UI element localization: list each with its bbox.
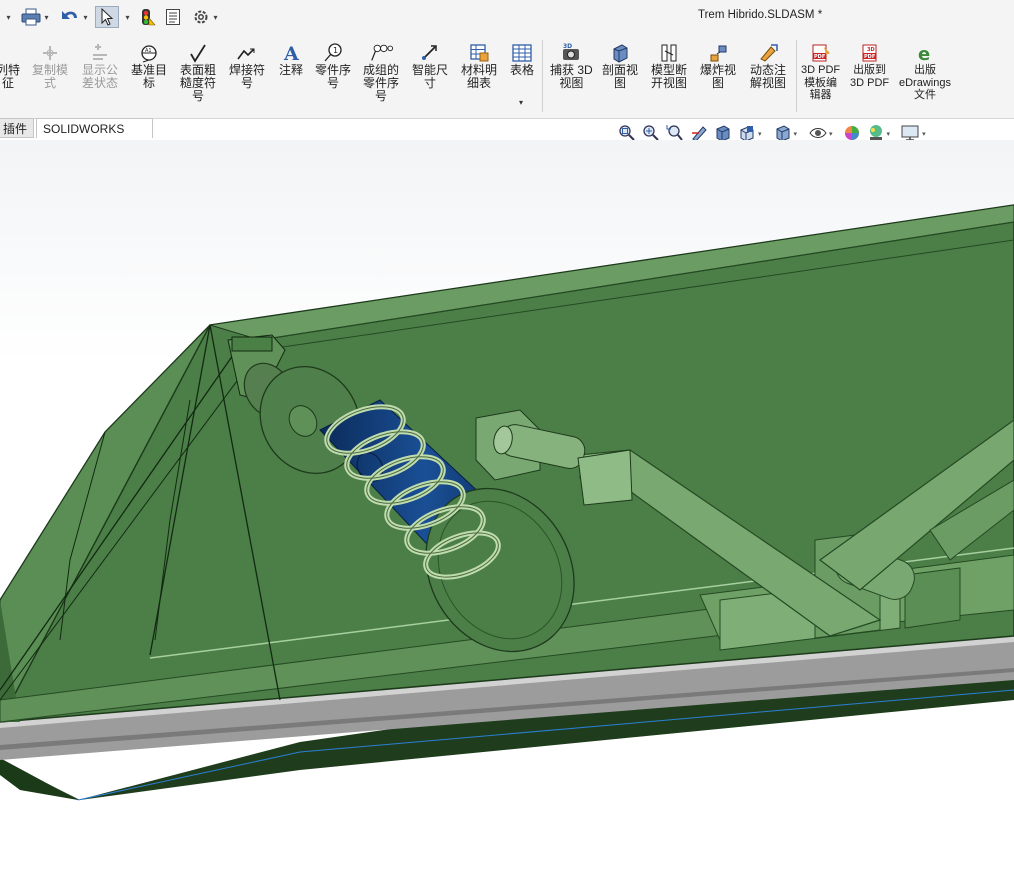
datum-target-button[interactable]: A1 基准目 标 — [131, 42, 167, 90]
ribbon-label: 基准目 标 — [131, 63, 168, 90]
ribbon-label: 列特 征 — [0, 63, 21, 90]
tolerance-status-icon — [88, 42, 112, 64]
svg-text:A1: A1 — [145, 48, 152, 54]
svg-text:A: A — [283, 43, 299, 63]
stacked-balloon-button[interactable]: 成组的 零件序 号 — [363, 42, 399, 103]
section-view-icon — [608, 42, 632, 64]
svg-text:3D: 3D — [563, 43, 572, 50]
graphics-viewport[interactable] — [0, 140, 1014, 889]
exploded-view-icon — [706, 42, 730, 64]
ribbon-label: 材料明 细表 — [461, 63, 498, 90]
dynamic-annotation-view-icon — [756, 42, 780, 64]
dynamic-annotation-view-button[interactable]: 动态注 解视图 — [750, 42, 786, 90]
ribbon-label: 成组的 零件序 号 — [363, 63, 400, 103]
table-dropdown[interactable]: ▾ — [519, 98, 523, 107]
print-icon — [21, 8, 41, 26]
tab-add-ins[interactable]: 插件 — [0, 118, 34, 138]
svg-text:3D: 3D — [867, 47, 875, 53]
quick-access-menu-dropdown[interactable]: ▾ — [0, 6, 14, 28]
copy-mode-button[interactable]: 复制模 式 — [32, 42, 68, 90]
bill-of-materials-button[interactable]: 材料明 细表 — [461, 42, 497, 90]
ribbon-label: 表格 — [510, 63, 535, 77]
3d-pdf-template-icon: PDF — [809, 42, 833, 64]
command-manager-ribbon: 列特 征 复制模 式 显示公 差状态 A1 基准目 标 表面粗 糙度符 号 焊接… — [0, 34, 1014, 119]
ribbon-label: 剖面视 图 — [602, 63, 639, 90]
document-title: Trem Hibrido.SLDASM * — [698, 9, 823, 21]
svg-text:e: e — [918, 44, 930, 63]
surface-finish-icon — [186, 42, 210, 64]
ribbon-label: 动态注 解视图 — [750, 63, 787, 90]
stacked-balloon-icon — [369, 42, 393, 64]
copy-mode-icon — [38, 42, 62, 64]
publish-3d-pdf-icon: PDF 3D — [858, 42, 882, 64]
table-button[interactable]: 表格 — [510, 42, 534, 77]
model-break-view-icon — [657, 42, 681, 64]
ribbon-label: 出版到 3D PDF — [850, 64, 890, 89]
datum-target-icon: A1 — [137, 42, 161, 64]
3d-pdf-template-editor-button[interactable]: PDF 3D PDF 模板编 辑器 — [801, 42, 840, 102]
select-button[interactable] — [95, 6, 119, 28]
ribbon-label: 复制模 式 — [32, 63, 69, 90]
ribbon-label: 3D PDF 模板编 辑器 — [801, 64, 841, 101]
capture-3d-view-icon: 3D — [559, 42, 583, 64]
title-bar: ▾ ▾ ▾ ▾ ▾ Trem Hibrido.SLDASM * — [0, 0, 1014, 34]
ribbon-separator — [542, 40, 543, 112]
ribbon-label: 智能尺 寸 — [412, 63, 449, 90]
print-button[interactable]: ▾ — [18, 6, 52, 28]
view-settings-dropdown[interactable]: ▾ — [922, 130, 926, 138]
model-break-view-button[interactable]: 模型断 开视图 — [651, 42, 687, 90]
surface-finish-button[interactable]: 表面粗 糙度符 号 — [180, 42, 216, 103]
undo-button[interactable]: ▾ — [56, 6, 92, 28]
options-button[interactable]: ▾ — [188, 6, 222, 28]
ribbon-separator — [796, 40, 797, 112]
svg-text:PDF: PDF — [814, 54, 825, 60]
ribbon-label: 显示公 差状态 — [82, 63, 119, 90]
hide-show-items-dropdown[interactable]: ▾ — [829, 130, 833, 138]
assembly-model[interactable] — [0, 140, 1014, 889]
select-pointer-icon — [101, 8, 114, 26]
balloon-icon: 1 — [321, 42, 345, 64]
rebuild-traffic-light-icon — [142, 9, 156, 26]
exploded-view-button[interactable]: 爆炸视 图 — [700, 42, 736, 90]
table-icon — [510, 42, 534, 64]
weld-symbol-icon — [235, 42, 259, 64]
display-style-dropdown[interactable]: ▾ — [794, 130, 798, 138]
select-dropdown[interactable]: ▾ — [120, 6, 132, 28]
bill-of-materials-icon — [467, 42, 491, 64]
edrawings-icon: e — [913, 42, 937, 64]
svg-text:PDF: PDF — [864, 54, 875, 60]
smart-dimension-icon — [418, 42, 442, 64]
tolerance-status-button[interactable]: 显示公 差状态 — [82, 42, 118, 90]
options-gear-icon — [194, 10, 208, 24]
balloon-button[interactable]: 1 零件序 号 — [315, 42, 351, 90]
tab-solidworks-mbd[interactable]: SOLIDWORKS MBD — [36, 118, 153, 156]
capture-3d-view-button[interactable]: 3D 捕获 3D 视图 — [550, 42, 593, 90]
ribbon-label: 焊接符 号 — [229, 63, 266, 90]
file-properties-icon — [166, 9, 180, 25]
apply-scene-dropdown[interactable]: ▾ — [887, 130, 891, 138]
publish-edrawings-button[interactable]: e 出版 eDrawings 文件 — [899, 42, 951, 102]
note-button[interactable]: A 注释 — [279, 42, 303, 77]
ribbon-label: 注释 — [279, 63, 304, 77]
section-view-button[interactable]: 剖面视 图 — [602, 42, 638, 90]
linear-pattern-icon — [0, 42, 20, 64]
ribbon-label: 表面粗 糙度符 号 — [180, 63, 217, 103]
ribbon-label: 爆炸视 图 — [700, 63, 737, 90]
smart-dimension-button[interactable]: 智能尺 寸 — [412, 42, 448, 90]
weld-symbol-button[interactable]: 焊接符 号 — [229, 42, 265, 90]
file-properties-button[interactable] — [163, 6, 183, 28]
note-icon: A — [279, 42, 303, 64]
view-orientation-dropdown[interactable]: ▾ — [758, 130, 762, 138]
undo-icon — [62, 11, 78, 19]
linear-pattern-button[interactable]: 列特 征 — [0, 42, 20, 90]
publish-to-3d-pdf-button[interactable]: PDF 3D 出版到 3D PDF — [850, 42, 889, 89]
ribbon-label: 模型断 开视图 — [651, 63, 688, 90]
svg-text:1: 1 — [333, 46, 338, 55]
rebuild-button[interactable] — [137, 6, 157, 28]
ribbon-label: 出版 eDrawings 文件 — [899, 64, 951, 101]
ribbon-label: 零件序 号 — [315, 63, 352, 90]
ribbon-label: 捕获 3D 视图 — [550, 63, 593, 90]
